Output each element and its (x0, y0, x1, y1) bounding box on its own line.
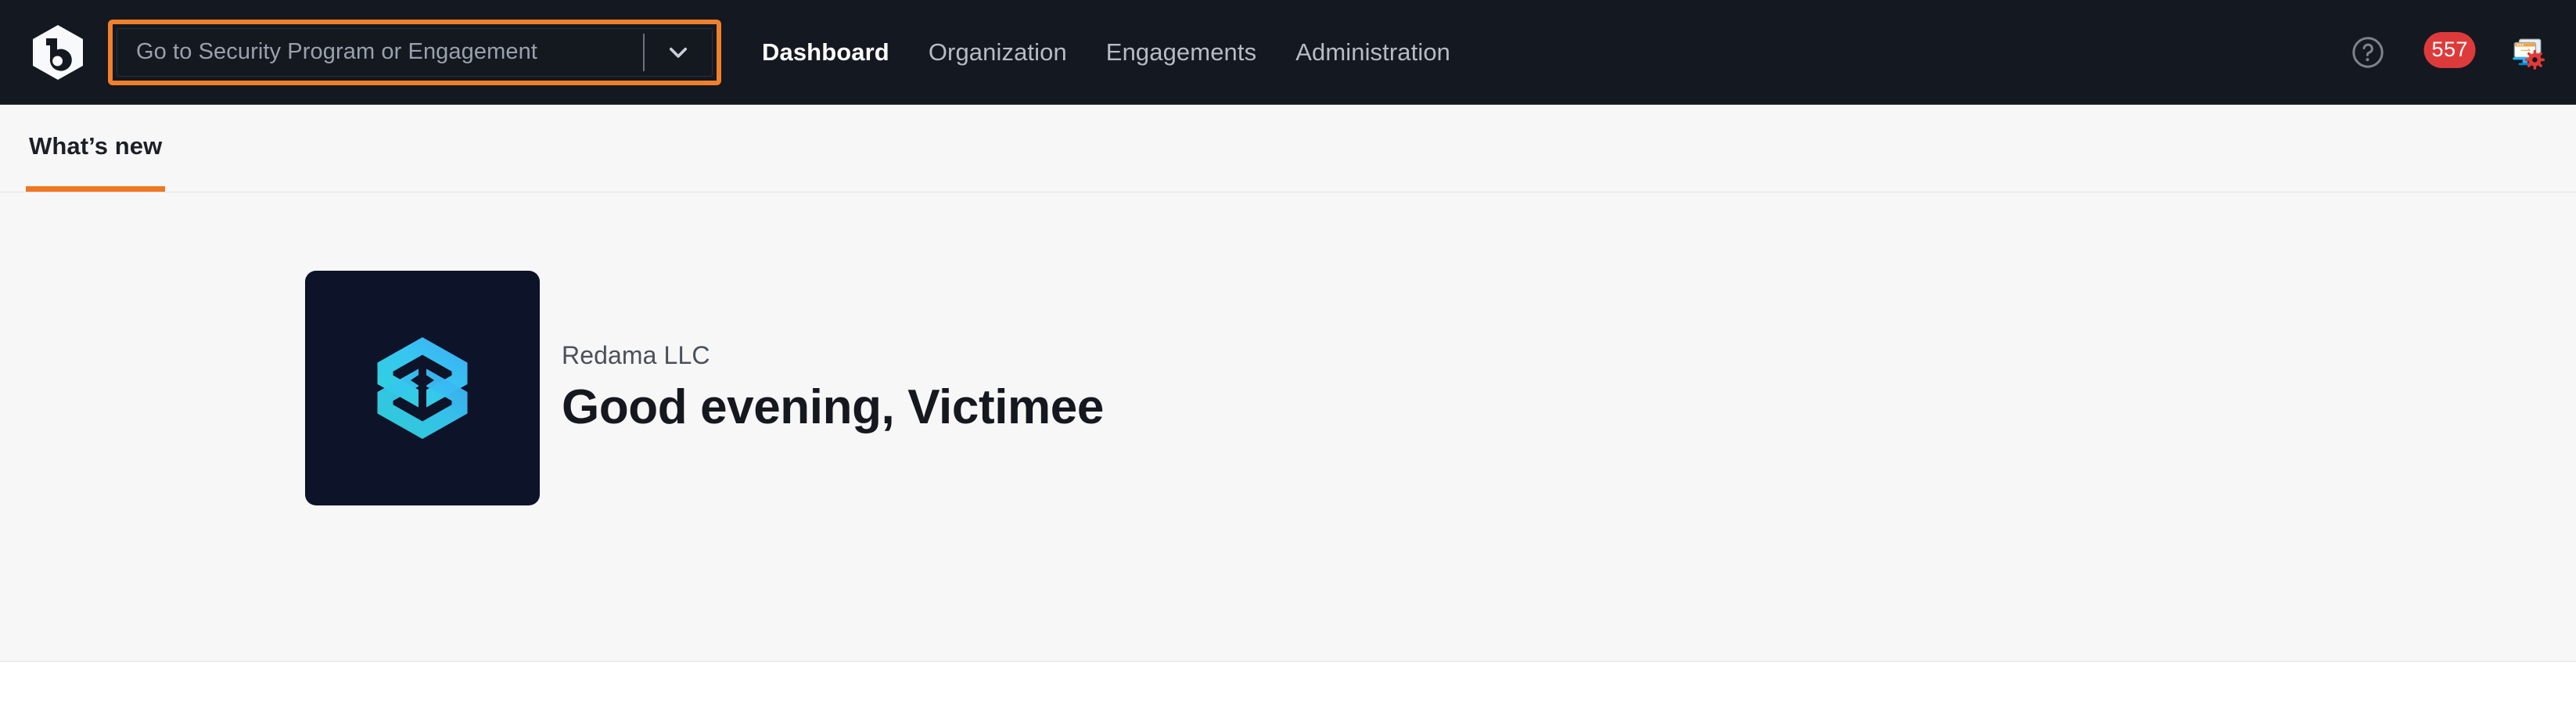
organization-avatar (305, 271, 540, 505)
cube-hexagon-logo (377, 337, 468, 439)
page-title: Good evening, Victimee (562, 380, 1104, 435)
chevron-down-icon[interactable] (645, 29, 712, 76)
nav-item-dashboard[interactable]: Dashboard (762, 38, 889, 67)
program-selector-placeholder: Go to Security Program or Engagement (136, 39, 537, 64)
greeting-row: Redama LLC Good evening, Victimee (0, 192, 2576, 505)
page-body-remainder (0, 662, 2576, 712)
program-selector[interactable]: Go to Security Program or Engagement (108, 19, 721, 85)
greeting-text-block: Redama LLC Good evening, Victimee (562, 341, 1104, 434)
header-utility-icons: 557 (2344, 0, 2551, 104)
dashboard-greeting-card: Redama LLC Good evening, Victimee (0, 192, 2576, 662)
nav-item-engagements[interactable]: Engagements (1106, 38, 1256, 67)
nav-item-organization[interactable]: Organization (929, 38, 1067, 67)
program-selector-control[interactable]: Go to Security Program or Engagement (117, 27, 713, 77)
top-header-bar: Go to Security Program or Engagement Das… (0, 0, 2576, 105)
secondary-tab-strip: What’s new (0, 105, 2576, 192)
main-navigation: Dashboard Organization Engagements Admin… (762, 0, 1450, 104)
admin-console-icon[interactable] (2504, 29, 2551, 76)
help-icon[interactable] (2344, 29, 2391, 76)
notifications-icon[interactable]: 557 (2423, 29, 2476, 76)
nav-item-administration[interactable]: Administration (1295, 38, 1450, 67)
organization-name: Redama LLC (562, 341, 710, 370)
notification-count-badge: 557 (2423, 31, 2476, 68)
tab-whats-new[interactable]: What’s new (26, 105, 166, 192)
tab-whats-new-label: What’s new (29, 131, 163, 160)
bugcrowd-b-hexagon-logo[interactable] (25, 20, 91, 85)
